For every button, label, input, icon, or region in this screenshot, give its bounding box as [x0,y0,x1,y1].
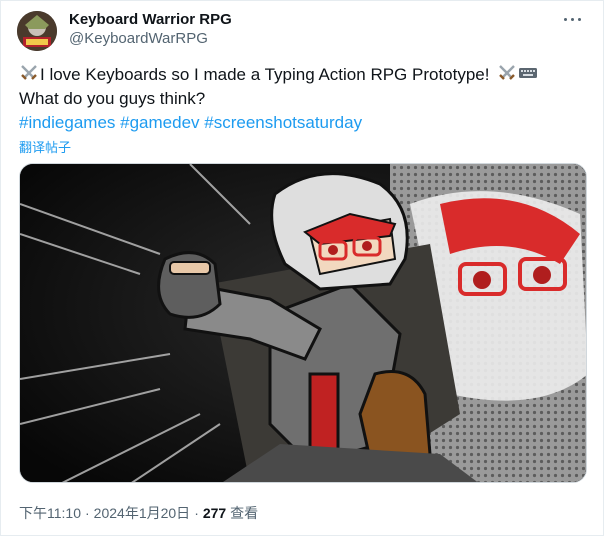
tweet-metadata: 下午11:10 · 2024年1月20日 · 277 查看 [19,503,258,523]
more-options-button[interactable] [561,9,585,29]
more-dot [571,18,574,21]
hashtag-link[interactable]: #gamedev [120,113,199,132]
more-horizontal-icon [564,18,567,21]
views-count: 277 [202,505,227,521]
tweet-text-main: I love Keyboards so I made a Typing Acti… [40,65,490,84]
tweet-text-line-2: What do you guys think? [19,89,206,108]
game-screenshot-illustration [20,164,586,482]
hashtag-list: #indiegames #gamedev #screenshotsaturday [19,111,589,135]
hashtag-link[interactable]: #indiegames [19,113,115,132]
crossed-swords-icon [499,65,516,80]
crossed-swords-icon [21,65,37,80]
author-handle[interactable]: @KeyboardWarRPG [69,30,208,47]
views-label[interactable]: 查看 [230,505,258,521]
keyboard-icon [519,68,538,78]
tweet-media-image[interactable] [19,163,587,483]
tweet-time[interactable]: 下午11:10 [19,505,81,521]
more-dot [578,18,581,21]
avatar-image [17,11,57,51]
translate-post-link[interactable]: 翻译帖子 [19,137,71,156]
tweet-date[interactable]: 2024年1月20日 [94,505,191,521]
tweet-card: Keyboard Warrior RPG @KeyboardWarRPG I l… [0,0,604,536]
author-display-name[interactable]: Keyboard Warrior RPG [69,11,232,28]
tweet-text-line-1: I love Keyboards so I made a Typing Acti… [19,63,589,87]
tweet-text: I love Keyboards so I made a Typing Acti… [19,63,589,135]
meta-separator: · [85,505,90,521]
meta-separator: · [194,505,199,521]
hashtag-link[interactable]: #screenshotsaturday [204,113,362,132]
avatar[interactable] [17,11,57,51]
